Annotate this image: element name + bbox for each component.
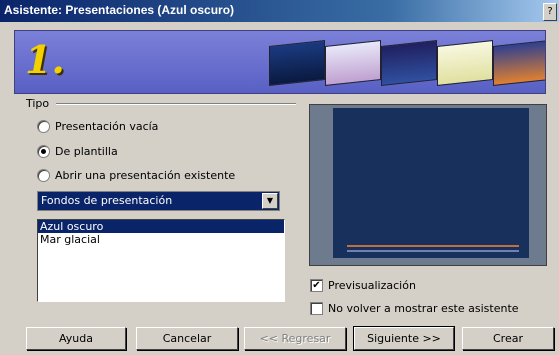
chevron-down-icon[interactable]: ▼	[262, 193, 278, 209]
title-bar: Asistente: Presentaciones (Azul oscuro) …	[0, 0, 559, 22]
slide-accent-line	[347, 250, 519, 252]
wizard-banner: 1.	[14, 30, 546, 94]
template-list[interactable]: Azul oscuro Mar glacial	[37, 219, 285, 302]
list-item[interactable]: Azul oscuro	[38, 220, 284, 233]
preview-checkbox[interactable]: ✔	[310, 279, 323, 292]
radio-empty-presentation-label[interactable]: Presentación vacía	[55, 120, 158, 133]
radio-from-template-label[interactable]: De plantilla	[55, 145, 118, 158]
window-title: Asistente: Presentaciones (Azul oscuro)	[4, 3, 235, 17]
tipo-legend: Tipo	[26, 97, 50, 110]
radio-open-existing-label[interactable]: Abrir una presentación existente	[55, 169, 235, 182]
create-button[interactable]: Crear	[462, 327, 554, 350]
cancel-button[interactable]: Cancelar	[136, 327, 238, 350]
help-button[interactable]: Ayuda	[26, 327, 126, 350]
slide-accent-line	[347, 245, 519, 247]
banner-thumb-list-icon	[381, 40, 437, 86]
radio-empty-presentation[interactable]	[37, 120, 50, 133]
preview-checkbox-label[interactable]: Previsualización	[328, 279, 416, 292]
radio-from-template[interactable]	[37, 145, 50, 158]
step-number: 1.	[25, 37, 65, 82]
category-select[interactable]: Fondos de presentación ▼	[37, 191, 280, 211]
tipo-divider	[56, 103, 296, 105]
radio-open-existing[interactable]	[37, 169, 50, 182]
back-button[interactable]: << Regresar	[244, 327, 346, 350]
next-button[interactable]: Siguiente >>	[353, 326, 455, 351]
dont-show-checkbox-label[interactable]: No volver a mostrar este asistente	[328, 302, 519, 315]
wizard-window: Asistente: Presentaciones (Azul oscuro) …	[0, 0, 559, 355]
list-item[interactable]: Mar glacial	[38, 233, 284, 246]
category-select-value: Fondos de presentación	[41, 194, 173, 207]
banner-thumb-orange-icon	[493, 40, 545, 86]
banner-thumb-dark-blue-icon	[269, 40, 325, 86]
preview-slide	[333, 108, 529, 258]
help-title-button[interactable]: ?	[543, 3, 557, 21]
banner-thumb-chart-icon	[437, 40, 493, 86]
dont-show-checkbox[interactable]	[310, 302, 323, 315]
banner-thumb-mountain-icon	[325, 40, 381, 86]
